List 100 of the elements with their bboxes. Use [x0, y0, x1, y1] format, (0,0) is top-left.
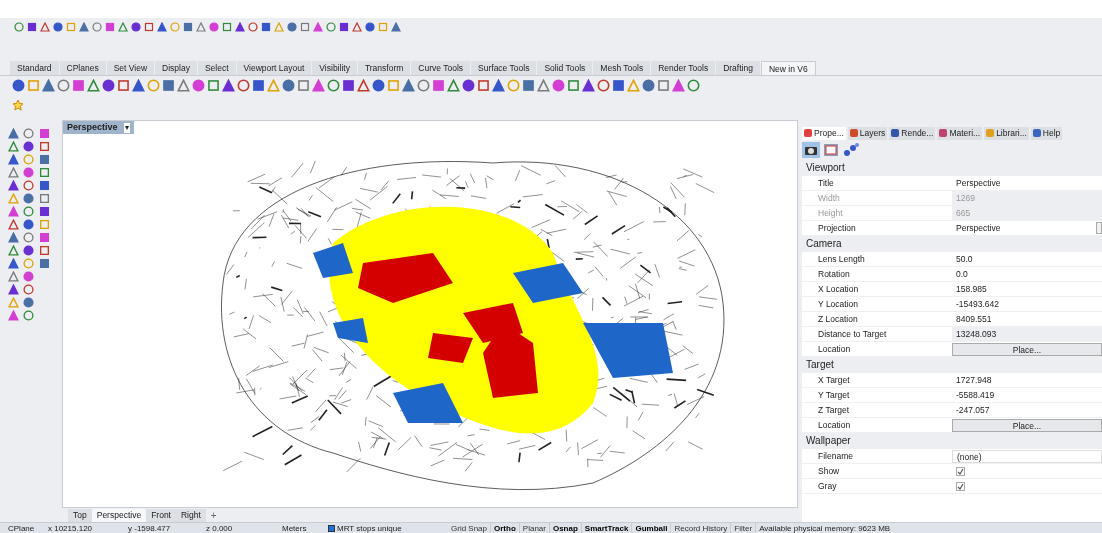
add-tab-button[interactable]: + [205, 507, 222, 523]
place-button[interactable]: Place... [952, 418, 1102, 432]
tool-icon[interactable] [447, 78, 460, 92]
viewport-title-tab[interactable]: Perspective ▾ [63, 121, 134, 134]
tool-icon[interactable] [23, 180, 35, 191]
panel-tab[interactable]: Librari... [984, 126, 1029, 140]
tool-icon[interactable] [192, 78, 205, 92]
tool-icon[interactable] [582, 78, 595, 92]
tool-icon[interactable] [687, 78, 700, 92]
viewport-tab[interactable]: Right [176, 508, 206, 522]
ribbon-tab[interactable]: Drafting [716, 61, 760, 75]
tool-icon[interactable] [38, 245, 50, 256]
projection-dropdown[interactable]: Perspective [952, 221, 1102, 235]
tool-icon[interactable] [372, 78, 385, 92]
tool-icon[interactable] [612, 78, 625, 92]
tool-icon[interactable] [72, 78, 85, 92]
tool-icon[interactable] [567, 78, 580, 92]
tool-icon[interactable] [237, 78, 250, 92]
tool-icon[interactable] [23, 128, 35, 139]
tool-icon[interactable] [8, 258, 19, 269]
tool-icon[interactable] [23, 297, 35, 308]
tool-icon[interactable] [8, 284, 19, 295]
viewport-tab[interactable]: Top [68, 508, 92, 522]
ribbon-tab[interactable]: Transform [357, 61, 411, 75]
tool-icon[interactable] [8, 219, 19, 230]
tool-icon[interactable] [342, 78, 355, 92]
ribbon-tab[interactable]: CPlanes [59, 61, 106, 75]
tool-icon[interactable] [23, 167, 35, 178]
tool-icon[interactable] [8, 232, 19, 243]
tool-icon[interactable] [102, 78, 115, 92]
ribbon-tab[interactable]: Standard [10, 61, 59, 75]
tool-icon[interactable] [57, 78, 70, 92]
ribbon-tab[interactable]: Mesh Tools [593, 61, 651, 75]
status-toggle[interactable]: Osnap [549, 522, 582, 533]
tool-icon[interactable] [642, 78, 655, 92]
checkbox[interactable] [956, 466, 965, 476]
tool-icon[interactable] [417, 78, 430, 92]
ribbon-tab[interactable]: Surface Tools [471, 61, 537, 75]
checkbox[interactable] [956, 481, 965, 491]
tool-icon[interactable] [8, 245, 19, 256]
molecule-icon[interactable] [842, 142, 860, 158]
tool-icon[interactable] [38, 180, 50, 191]
tool-icon[interactable] [38, 167, 50, 178]
status-toggle[interactable]: Planar [519, 522, 550, 533]
status-toggle[interactable]: Grid Snap [448, 522, 492, 533]
panel-tab[interactable]: Materi... [937, 126, 983, 140]
tool-icon[interactable] [8, 180, 19, 191]
viewport-tab[interactable]: Perspective [91, 508, 147, 522]
frame-icon[interactable] [822, 142, 840, 158]
tool-icon[interactable] [38, 206, 50, 217]
tool-icon[interactable] [23, 206, 35, 217]
tool-icon[interactable] [38, 141, 50, 152]
panel-tab[interactable]: Rende... [889, 126, 936, 140]
filename-field[interactable]: (none) [952, 449, 1102, 463]
star-icon[interactable] [12, 99, 24, 111]
ribbon-tab[interactable]: Select [197, 61, 236, 75]
tool-icon[interactable] [537, 78, 550, 92]
tool-icon[interactable] [492, 78, 505, 92]
tool-icon[interactable] [8, 141, 19, 152]
ribbon-tab[interactable]: Visibility [312, 61, 357, 75]
ribbon-tab[interactable]: Viewport Layout [236, 61, 312, 75]
tool-icon[interactable] [672, 78, 685, 92]
ribbon-tab[interactable]: Display [155, 61, 197, 75]
camera-icon[interactable] [802, 142, 820, 158]
ribbon-tab[interactable]: Solid Tools [537, 61, 593, 75]
status-toggle[interactable]: Record History [671, 522, 732, 533]
tool-icon[interactable] [312, 78, 325, 92]
tool-icon[interactable] [42, 78, 55, 92]
tool-icon[interactable] [8, 206, 19, 217]
tool-icon[interactable] [23, 271, 35, 282]
tool-icon[interactable] [177, 78, 190, 92]
tool-icon[interactable] [402, 78, 415, 92]
layer-indicator[interactable]: MRT stops unique [328, 522, 448, 533]
tool-icon[interactable] [87, 78, 100, 92]
ribbon-tab[interactable]: Set View [106, 61, 155, 75]
ribbon-tab[interactable]: Curve Tools [411, 61, 471, 75]
tool-icon[interactable] [117, 78, 130, 92]
tool-icon[interactable] [207, 78, 220, 92]
tool-icon[interactable] [23, 284, 35, 295]
tool-icon[interactable] [8, 271, 19, 282]
tool-icon[interactable] [38, 154, 50, 165]
tool-icon[interactable] [597, 78, 610, 92]
tool-icon[interactable] [162, 78, 175, 92]
panel-tab[interactable]: Help [1030, 126, 1063, 140]
tool-icon[interactable] [132, 78, 145, 92]
viewport-tab[interactable]: Front [146, 508, 176, 522]
ribbon-tab[interactable]: Render Tools [651, 61, 716, 75]
ribbon-tab[interactable]: New in V6 [760, 61, 816, 75]
tool-icon[interactable] [357, 78, 370, 92]
tool-icon[interactable] [522, 78, 535, 92]
status-toggle[interactable]: Gumball [632, 522, 672, 533]
status-toggle[interactable]: SmartTrack [581, 522, 633, 533]
tool-icon[interactable] [8, 310, 19, 321]
tool-icon[interactable] [657, 78, 670, 92]
tool-icon[interactable] [23, 193, 35, 204]
tool-icon[interactable] [8, 154, 19, 165]
tool-icon[interactable] [327, 78, 340, 92]
tool-icon[interactable] [23, 219, 35, 230]
panel-tab[interactable]: Layers [847, 126, 888, 140]
tool-icon[interactable] [282, 78, 295, 92]
